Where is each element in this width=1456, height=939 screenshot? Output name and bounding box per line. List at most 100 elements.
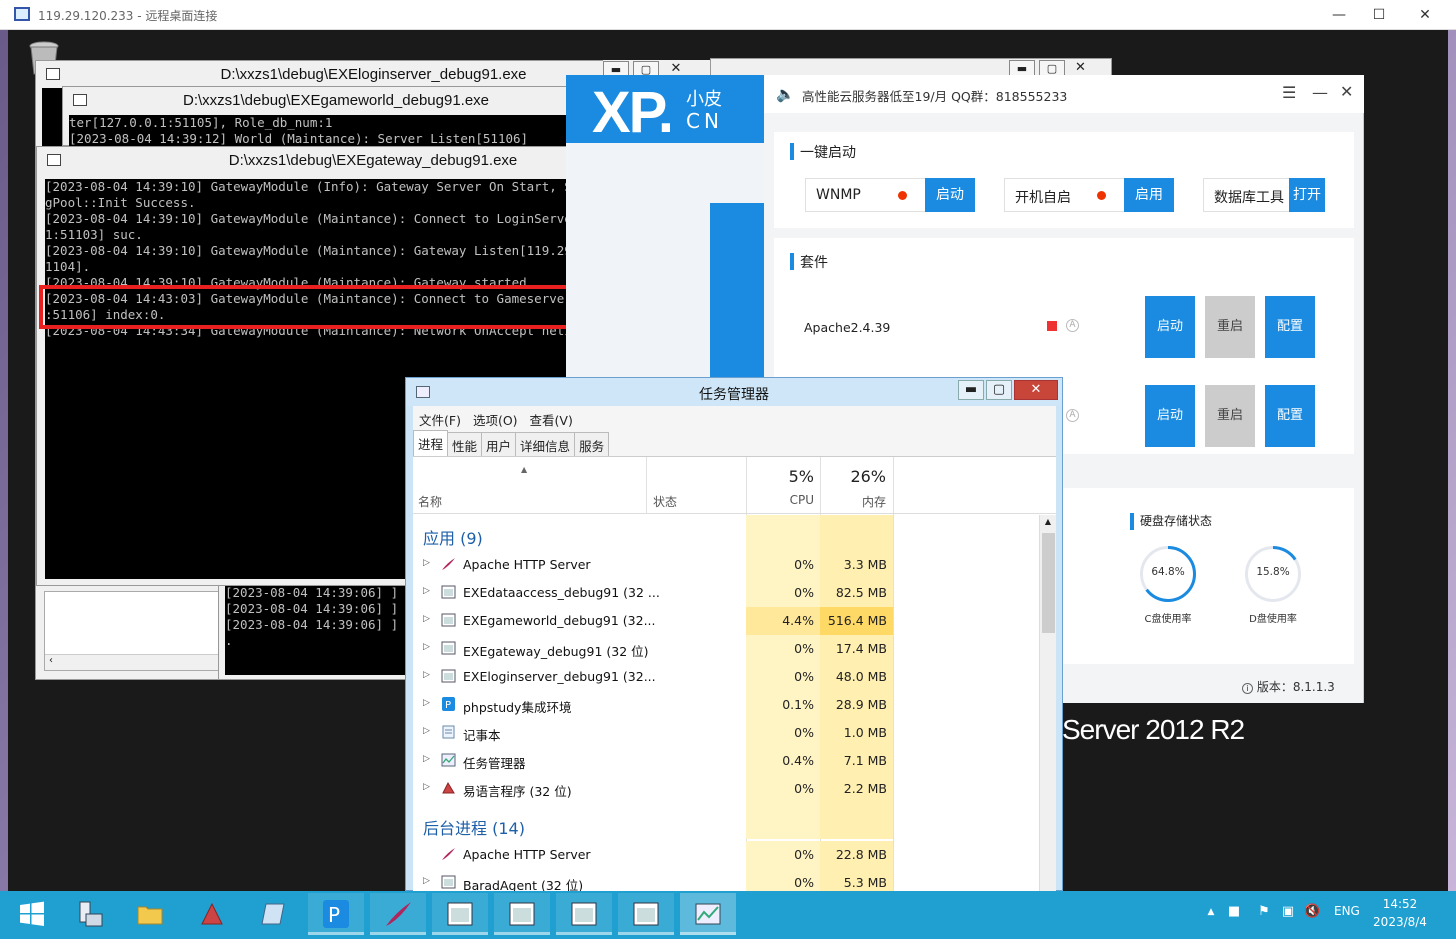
- menu-icon[interactable]: ☰: [1282, 83, 1296, 102]
- scroll-left-icon[interactable]: ‹: [45, 654, 220, 670]
- taskbar-console-4[interactable]: [618, 893, 674, 935]
- autostart-a-icon[interactable]: A: [1066, 409, 1079, 422]
- column-status[interactable]: 状态: [653, 493, 677, 510]
- network-icon[interactable]: ▣: [1280, 904, 1296, 920]
- tray-overflow-icon[interactable]: ▲: [1203, 904, 1219, 920]
- rdp-maximize-button[interactable]: ☐: [1366, 4, 1392, 26]
- gameworld-console-window[interactable]: D:\xxzs1\debug\EXEgameworld_debug91.exe …: [62, 86, 570, 147]
- taskbar-apache[interactable]: [370, 893, 426, 935]
- expand-icon[interactable]: ▷: [423, 642, 430, 652]
- disk-status-title: 硬盘存储状态: [1129, 513, 1213, 530]
- background-group-header[interactable]: 后台进程 (14): [423, 815, 525, 839]
- sidebar-active-item[interactable]: [710, 203, 764, 379]
- process-memory: 17.4 MB: [820, 635, 893, 663]
- tab-processes[interactable]: 进程: [413, 430, 449, 456]
- table-row[interactable]: ▷ 记事本 0% 1.0 MB: [413, 719, 1039, 747]
- table-scrollbar[interactable]: ▲: [1039, 515, 1056, 893]
- process-name: Apache HTTP Server: [463, 847, 591, 862]
- mysql-start-button[interactable]: 启动: [1145, 385, 1195, 447]
- promo-text[interactable]: 高性能云服务器低至19/月 QQ群：818555233: [802, 86, 1067, 105]
- scroll-thumb[interactable]: [1042, 533, 1055, 633]
- table-row[interactable]: ▷ Pphpstudy集成环境 0.1% 28.9 MB: [413, 691, 1039, 719]
- other-console-window[interactable]: [2023-08-04 14:39:06] ] [2023-08-04 14:3…: [218, 580, 408, 680]
- column-memory[interactable]: 内存: [820, 493, 886, 510]
- tab-details[interactable]: 详细信息: [515, 432, 576, 456]
- autostart-enable-button[interactable]: 启用: [1124, 178, 1174, 212]
- expand-icon[interactable]: ▷: [423, 558, 430, 568]
- taskbar-phpstudy[interactable]: P: [308, 893, 364, 935]
- logo-small-text: 小皮: [686, 89, 722, 110]
- sort-up-icon[interactable]: ▲: [521, 465, 527, 474]
- expand-icon[interactable]: ▷: [423, 876, 430, 886]
- taskbar-task-manager[interactable]: [680, 893, 736, 935]
- input-language-indicator[interactable]: ENG: [1334, 904, 1360, 918]
- mysql-restart-button[interactable]: 重启: [1205, 385, 1255, 447]
- table-row[interactable]: Apache HTTP Server 0% 22.8 MB: [413, 841, 1039, 869]
- task-manager-titlebar[interactable]: 任务管理器 ▬ ▢ ✕: [406, 378, 1062, 406]
- scroll-up-icon[interactable]: ▲: [1040, 517, 1056, 531]
- windows-logo-icon: [20, 901, 44, 926]
- table-row[interactable]: ▷ EXEdataaccess_debug91 (32 ... 0% 82.5 MB: [413, 579, 1039, 607]
- tray-app-icon[interactable]: ■: [1226, 904, 1242, 920]
- table-row[interactable]: ▷ 易语言程序 (32 位) 0% 2.2 MB: [413, 775, 1039, 803]
- apache-config-button[interactable]: 配置: [1265, 296, 1315, 358]
- expand-icon[interactable]: ▷: [423, 726, 430, 736]
- process-cpu: 0%: [746, 869, 820, 893]
- tab-users[interactable]: 用户: [481, 432, 517, 456]
- dbtool-open-button[interactable]: 打开: [1289, 178, 1325, 212]
- apache-restart-button[interactable]: 重启: [1205, 296, 1255, 358]
- table-row[interactable]: ▷ 任务管理器 0.4% 7.1 MB: [413, 747, 1039, 775]
- rdp-minimize-button[interactable]: —: [1326, 4, 1352, 26]
- taskbar-console-3[interactable]: [556, 893, 612, 935]
- menu-file[interactable]: 文件(F): [413, 408, 467, 428]
- expand-icon[interactable]: ▷: [423, 670, 430, 680]
- task-manager-tabs: 进程 性能 用户 详细信息 服务: [413, 430, 610, 456]
- column-cpu[interactable]: CPU: [746, 493, 814, 507]
- mysql-config-button[interactable]: 配置: [1265, 385, 1315, 447]
- console-app-icon: [509, 902, 535, 926]
- menu-options[interactable]: 选项(O): [467, 408, 524, 428]
- volume-muted-icon[interactable]: 🔇: [1304, 904, 1320, 920]
- apps-group-header[interactable]: 应用 (9): [423, 525, 483, 549]
- table-row[interactable]: ▷ EXEgateway_debug91 (32 位) 0% 17.4 MB: [413, 635, 1039, 663]
- console-titlebar[interactable]: D:\xxzs1\debug\EXEgameworld_debug91.exe: [63, 87, 569, 113]
- table-row[interactable]: ▷ BaradAgent (32 位) 0% 5.3 MB: [413, 869, 1039, 893]
- taskbar-file-explorer[interactable]: [122, 893, 178, 935]
- taskbar-server-manager[interactable]: [62, 893, 118, 935]
- table-row[interactable]: ▷ EXEloginserver_debug91 (32... 0% 48.0 MB: [413, 663, 1039, 691]
- rdp-close-button[interactable]: ✕: [1412, 4, 1438, 26]
- expand-icon[interactable]: ▷: [423, 586, 430, 596]
- d-drive-usage-ring: 15.8%: [1245, 546, 1301, 602]
- column-name[interactable]: 名称: [418, 493, 442, 510]
- eyuyan-app-icon: [441, 781, 456, 795]
- maximize-button[interactable]: ▢: [986, 380, 1012, 400]
- tab-services[interactable]: 服务: [574, 432, 610, 456]
- close-button[interactable]: ✕: [1075, 60, 1086, 75]
- start-button[interactable]: [4, 893, 60, 935]
- expand-icon[interactable]: ▷: [423, 614, 430, 624]
- taskbar-eyuyan[interactable]: [184, 893, 240, 935]
- taskbar-console-1[interactable]: [432, 893, 488, 935]
- clock[interactable]: 14:52 2023/8/4: [1370, 895, 1430, 931]
- minimize-button[interactable]: —: [1312, 83, 1328, 102]
- close-button[interactable]: ✕: [1014, 380, 1058, 400]
- expand-icon[interactable]: ▷: [423, 782, 430, 792]
- autostart-a-icon[interactable]: A: [1066, 319, 1079, 332]
- table-row[interactable]: ▷ EXEgameworld_debug91 (32... 4.4% 516.4 MB: [413, 607, 1039, 635]
- taskbar-console-2[interactable]: [494, 893, 550, 935]
- dbtool-field: 数据库工具 打开: [1203, 178, 1325, 212]
- tab-performance[interactable]: 性能: [447, 432, 483, 456]
- menu-view[interactable]: 查看(V): [524, 408, 579, 428]
- expand-icon[interactable]: ▷: [423, 754, 430, 764]
- task-manager-window[interactable]: 任务管理器 ▬ ▢ ✕ 文件(F) 选项(O) 查看(V) 进程 性能 用户 详…: [405, 377, 1063, 893]
- expand-icon[interactable]: ▷: [423, 698, 430, 708]
- wnmp-start-button[interactable]: 启动: [925, 178, 975, 212]
- table-row[interactable]: ▷ Apache HTTP Server 0% 3.3 MB: [413, 551, 1039, 579]
- taskbar-notepad[interactable]: [246, 893, 302, 935]
- minimize-button[interactable]: ▬: [958, 380, 984, 400]
- apache-start-button[interactable]: 启动: [1145, 296, 1195, 358]
- flag-icon[interactable]: ⚑: [1256, 904, 1272, 920]
- logo-big-text: XP.: [592, 80, 674, 145]
- close-button[interactable]: ✕: [1340, 82, 1353, 101]
- task-manager-menubar: 文件(F) 选项(O) 查看(V): [413, 408, 579, 428]
